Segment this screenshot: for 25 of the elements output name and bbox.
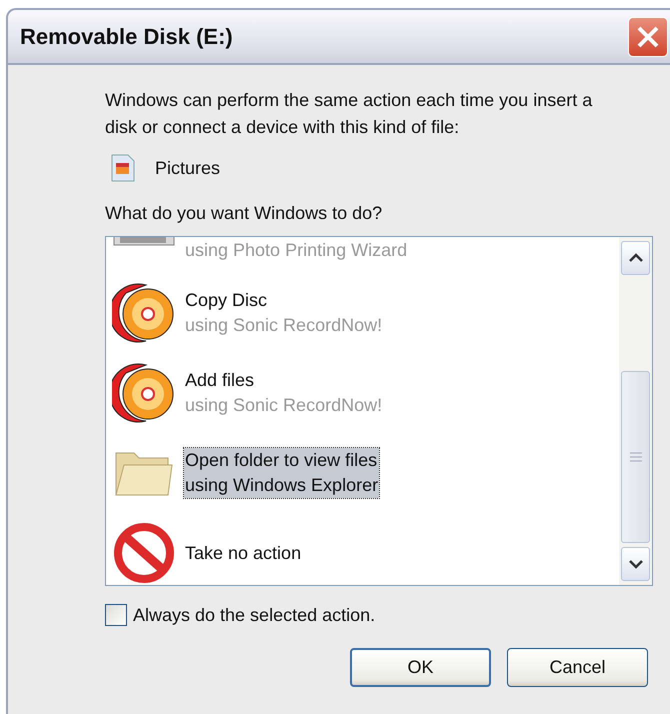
grip-icon	[630, 452, 642, 462]
ok-button[interactable]: OK	[350, 648, 491, 687]
scroll-thumb[interactable]	[621, 371, 650, 543]
checkbox-label: Always do the selected action.	[133, 604, 376, 626]
disc-icon	[112, 363, 176, 423]
window-title: Removable Disk (E:)	[20, 24, 233, 50]
action-item[interactable]: Open folder to view files using Windows Explorer	[184, 448, 380, 498]
chevron-up-icon	[628, 253, 642, 263]
scrollbar[interactable]	[619, 237, 652, 585]
content-type-label: Pictures	[155, 158, 220, 178]
cancel-button[interactable]: Cancel	[507, 648, 648, 687]
scroll-down-button[interactable]	[621, 547, 650, 581]
close-icon	[636, 24, 660, 48]
action-item[interactable]: Copy Disc using Sonic RecordNow!	[184, 288, 384, 338]
action-item[interactable]: Take no action	[184, 540, 302, 566]
checkbox[interactable]	[105, 604, 127, 626]
close-button[interactable]	[628, 16, 668, 56]
action-item[interactable]: Add files using Sonic RecordNow!	[184, 368, 384, 418]
chevron-down-icon	[628, 559, 642, 569]
scroll-up-button[interactable]	[621, 241, 650, 275]
question-text: What do you want Windows to do?	[105, 203, 384, 224]
no-entry-icon	[112, 523, 176, 583]
intro-text: Windows can perform the same action each time you insert a disk or connect a device with this kind of file:	[105, 89, 594, 139]
picture-file-icon	[111, 154, 135, 182]
disc-icon	[112, 283, 176, 343]
